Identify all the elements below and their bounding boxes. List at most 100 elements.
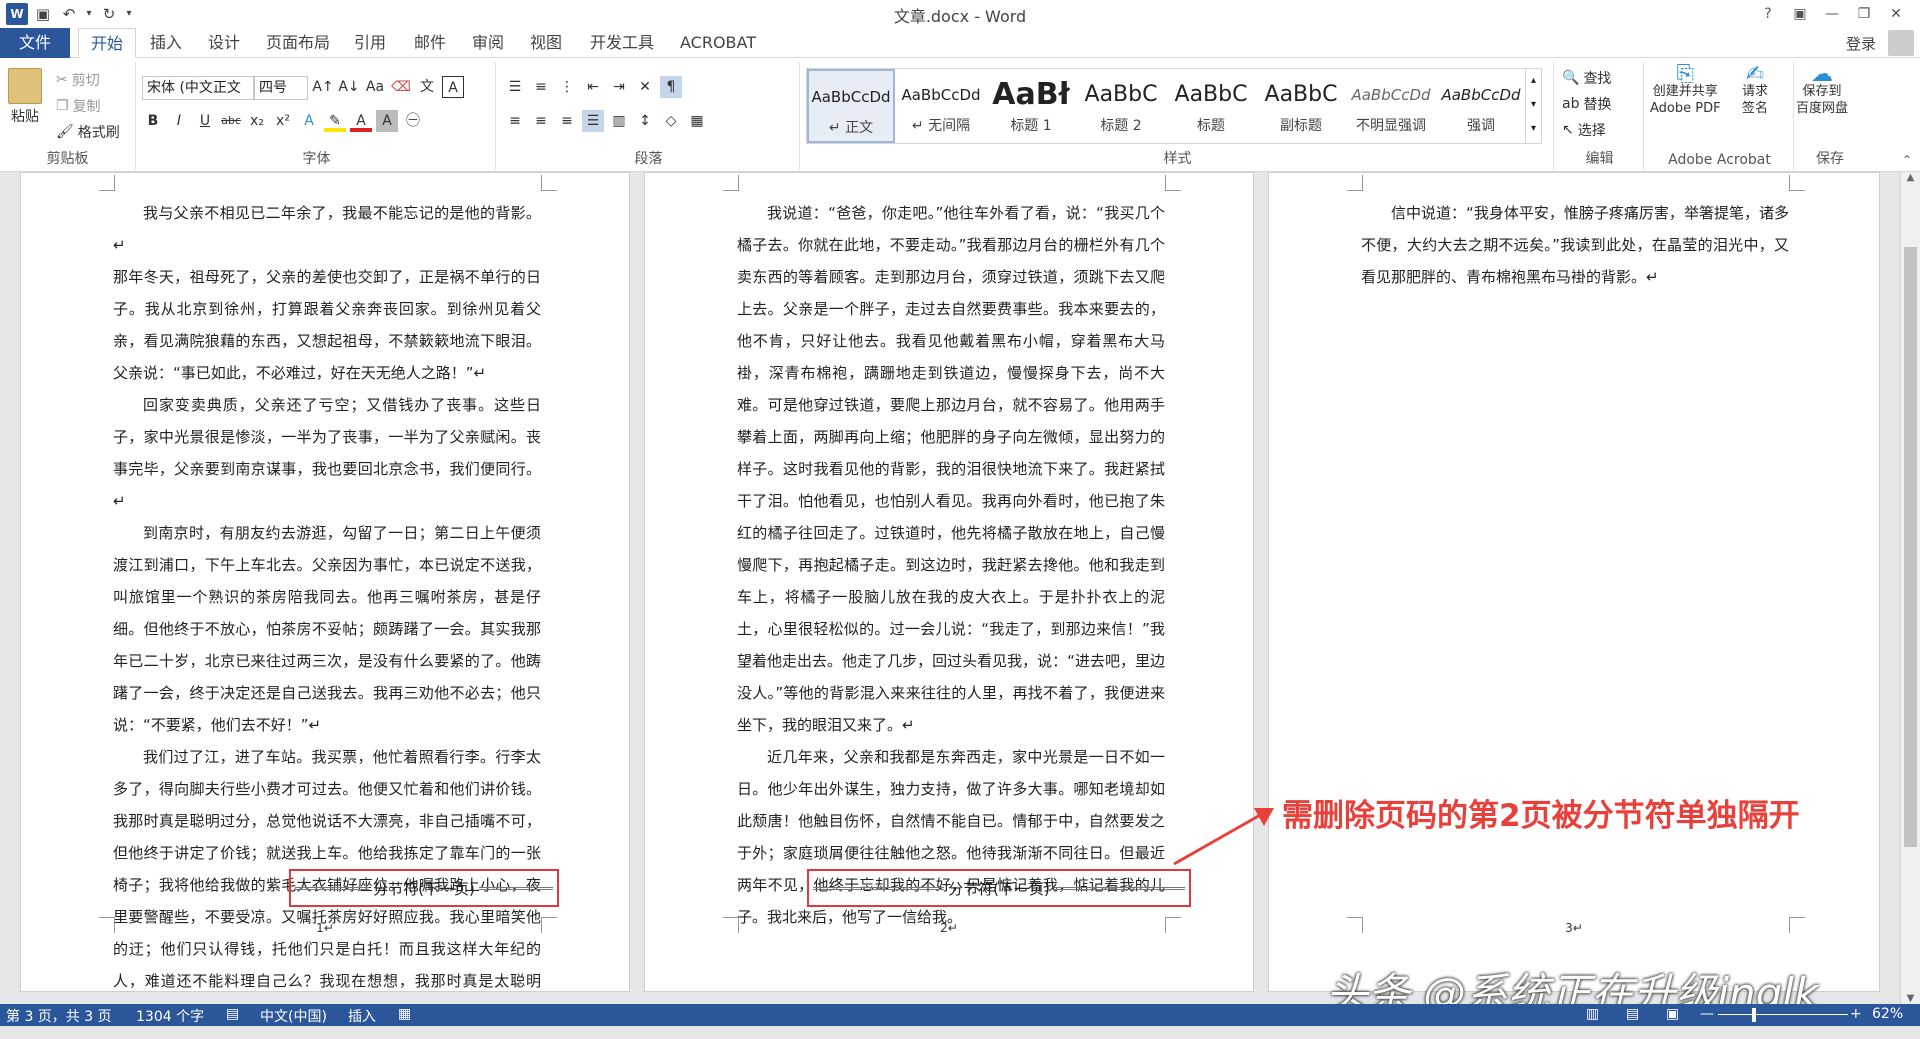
web-layout-icon[interactable]: ▣ <box>1666 1006 1679 1022</box>
superscript-icon[interactable]: x² <box>272 110 294 132</box>
print-layout-icon[interactable]: ▤ <box>1626 1006 1639 1022</box>
login-link[interactable]: 登录 <box>1846 33 1876 54</box>
collapse-ribbon-icon[interactable]: ⌃ <box>1902 153 1912 167</box>
style-normal[interactable]: AaBbCcDd ↵ 正文 <box>807 69 895 143</box>
section-break-marker[interactable]: 分节符(下一页) <box>289 869 559 907</box>
change-case-icon[interactable]: Aa <box>364 76 386 98</box>
shrink-font-icon[interactable]: A↓ <box>338 76 360 98</box>
line-spacing-icon[interactable]: ↕ <box>634 110 656 132</box>
multilevel-list-icon[interactable]: ⋮ <box>556 76 578 98</box>
numbering-icon[interactable]: ≡ <box>530 76 552 98</box>
language[interactable]: 中文(中国) <box>260 1006 327 1026</box>
highlight-icon[interactable]: ✎ <box>324 110 346 132</box>
chinese-layout-icon[interactable]: ✕ <box>634 76 656 98</box>
char-border-icon[interactable]: A <box>442 76 464 98</box>
increase-indent-icon[interactable]: ⇥ <box>608 76 630 98</box>
page-2-text[interactable]: 我说道：“爸爸，你走吧。”他往车外看了看，说：“我买几个橘子去。你就在此地，不要… <box>737 197 1165 933</box>
strikethrough-icon[interactable]: abc <box>220 110 242 132</box>
page-count[interactable]: 第 3 页，共 3 页 <box>6 1006 112 1026</box>
align-left-icon[interactable]: ≡ <box>504 110 526 132</box>
avatar[interactable] <box>1888 30 1914 56</box>
tab-acrobat[interactable]: ACROBAT <box>668 28 768 58</box>
save-icon[interactable]: ▣ <box>32 3 54 25</box>
close-button[interactable]: ✕ <box>1880 2 1912 26</box>
tab-design[interactable]: 设计 <box>196 28 252 58</box>
tab-layout[interactable]: 页面布局 <box>254 28 342 58</box>
bullets-icon[interactable]: ☰ <box>504 76 526 98</box>
undo-icon[interactable]: ↶ <box>58 3 80 25</box>
tab-mailings[interactable]: 邮件 <box>402 28 458 58</box>
enclose-char-icon[interactable]: ㊀ <box>402 110 424 132</box>
request-signature-button[interactable]: ✍ 请求 签名 <box>1742 64 1768 117</box>
grow-font-icon[interactable]: A↑ <box>312 76 334 98</box>
font-color-icon[interactable]: A <box>350 110 372 132</box>
style-subtle-emphasis[interactable]: AaBbCcDd 不明显强调 <box>1347 69 1435 143</box>
show-marks-icon[interactable]: ¶ <box>660 76 682 98</box>
justify-icon[interactable]: ☰ <box>582 110 604 132</box>
align-center-icon[interactable]: ≡ <box>530 110 552 132</box>
tab-home[interactable]: 开始 <box>78 28 137 59</box>
char-shading-icon[interactable]: A <box>376 110 398 132</box>
zoom-slider-thumb[interactable] <box>1752 1008 1756 1022</box>
tab-view[interactable]: 视图 <box>518 28 574 58</box>
format-painter-button[interactable]: 🖌 格式刷 <box>56 122 120 142</box>
minimize-button[interactable]: — <box>1816 2 1848 26</box>
ribbon-display-button[interactable]: ▣ <box>1784 2 1816 26</box>
save-to-baidu-button[interactable]: ☁ 保存到 百度网盘 <box>1796 64 1848 117</box>
borders-icon[interactable]: ▦ <box>686 110 708 132</box>
clear-format-icon[interactable]: ⌫ <box>390 76 412 98</box>
cut-button[interactable]: ✂ 剪切 <box>56 70 100 90</box>
subscript-icon[interactable]: x₂ <box>246 110 268 132</box>
zoom-slider[interactable] <box>1718 1014 1848 1015</box>
italic-icon[interactable]: I <box>168 110 190 132</box>
tab-review[interactable]: 审阅 <box>460 28 516 58</box>
align-right-icon[interactable]: ≡ <box>556 110 578 132</box>
word-count[interactable]: 1304 个字 <box>136 1006 204 1026</box>
proofing-icon[interactable]: ▤ <box>226 1006 239 1022</box>
style-no-spacing[interactable]: AaBbCcDd ↵ 无间隔 <box>897 69 985 143</box>
bold-icon[interactable]: B <box>142 110 164 132</box>
distributed-icon[interactable]: ▥ <box>608 110 630 132</box>
insert-mode[interactable]: 插入 <box>348 1006 376 1026</box>
style-heading-1[interactable]: AaBł 标题 1 <box>987 69 1075 143</box>
section-break-marker[interactable]: 分节符(下一页) <box>807 869 1191 907</box>
find-button[interactable]: 🔍 查找 <box>1562 68 1611 88</box>
macro-record-icon[interactable]: ▦ <box>398 1006 411 1022</box>
scroll-up-icon[interactable]: ▲ <box>1901 172 1920 183</box>
shading-icon[interactable]: ◇ <box>660 110 682 132</box>
align-tools: ≡ ≡ ≡ ☰ ▥ ↕ ◇ ▦ <box>504 110 708 132</box>
select-button[interactable]: ↖ 选择 <box>1562 120 1606 140</box>
zoom-out-icon[interactable]: — <box>1700 1006 1714 1022</box>
customize-qat-icon[interactable]: ▾ <box>124 3 134 25</box>
decrease-indent-icon[interactable]: ⇤ <box>582 76 604 98</box>
redo-icon[interactable]: ↻ <box>98 3 120 25</box>
read-mode-icon[interactable]: ▥ <box>1586 1006 1599 1022</box>
underline-icon[interactable]: U <box>194 110 216 132</box>
tab-developer[interactable]: 开发工具 <box>578 28 666 58</box>
font-name-select[interactable]: 宋体 (中文正文 <box>142 76 254 100</box>
phonetic-guide-icon[interactable]: 文 <box>416 76 438 98</box>
style-subtitle[interactable]: AaBbC 副标题 <box>1257 69 1345 143</box>
tab-references[interactable]: 引用 <box>342 28 398 58</box>
font-size-select[interactable]: 四号 <box>254 76 308 100</box>
help-button[interactable]: ? <box>1752 2 1784 26</box>
scroll-thumb[interactable] <box>1904 247 1917 847</box>
style-title[interactable]: AaBbC 标题 <box>1167 69 1255 143</box>
dropdown-icon[interactable]: ▾ <box>84 3 94 25</box>
text-effects-icon[interactable]: A <box>298 110 320 132</box>
zoom-level[interactable]: 62% <box>1872 1006 1903 1022</box>
tab-file[interactable]: 文件 <box>0 28 70 58</box>
replace-button[interactable]: ab 替换 <box>1562 94 1611 114</box>
scroll-down-icon[interactable]: ▼ <box>1901 993 1920 1004</box>
restore-button[interactable]: ❐ <box>1848 2 1880 26</box>
styles-scroll[interactable]: ▴ ▾ ▾ <box>1525 69 1541 143</box>
create-pdf-button[interactable]: ⎘ 创建并共享 Adobe PDF <box>1650 64 1721 117</box>
page-3-text[interactable]: 信中说道：“我身体平安，惟膀子疼痛厉害，举箸提笔，诸多不便，大约大去之期不远矣。… <box>1361 197 1789 293</box>
zoom-in-icon[interactable]: + <box>1850 1006 1862 1022</box>
tab-insert[interactable]: 插入 <box>138 28 194 58</box>
vertical-scrollbar[interactable]: ▲ ▼ <box>1900 172 1920 1004</box>
style-emphasis[interactable]: AaBbCcDd 强调 <box>1437 69 1525 143</box>
paste-button[interactable]: 粘贴 <box>8 68 42 126</box>
style-heading-2[interactable]: AaBbC 标题 2 <box>1077 69 1165 143</box>
copy-button[interactable]: ❐ 复制 <box>56 96 101 116</box>
